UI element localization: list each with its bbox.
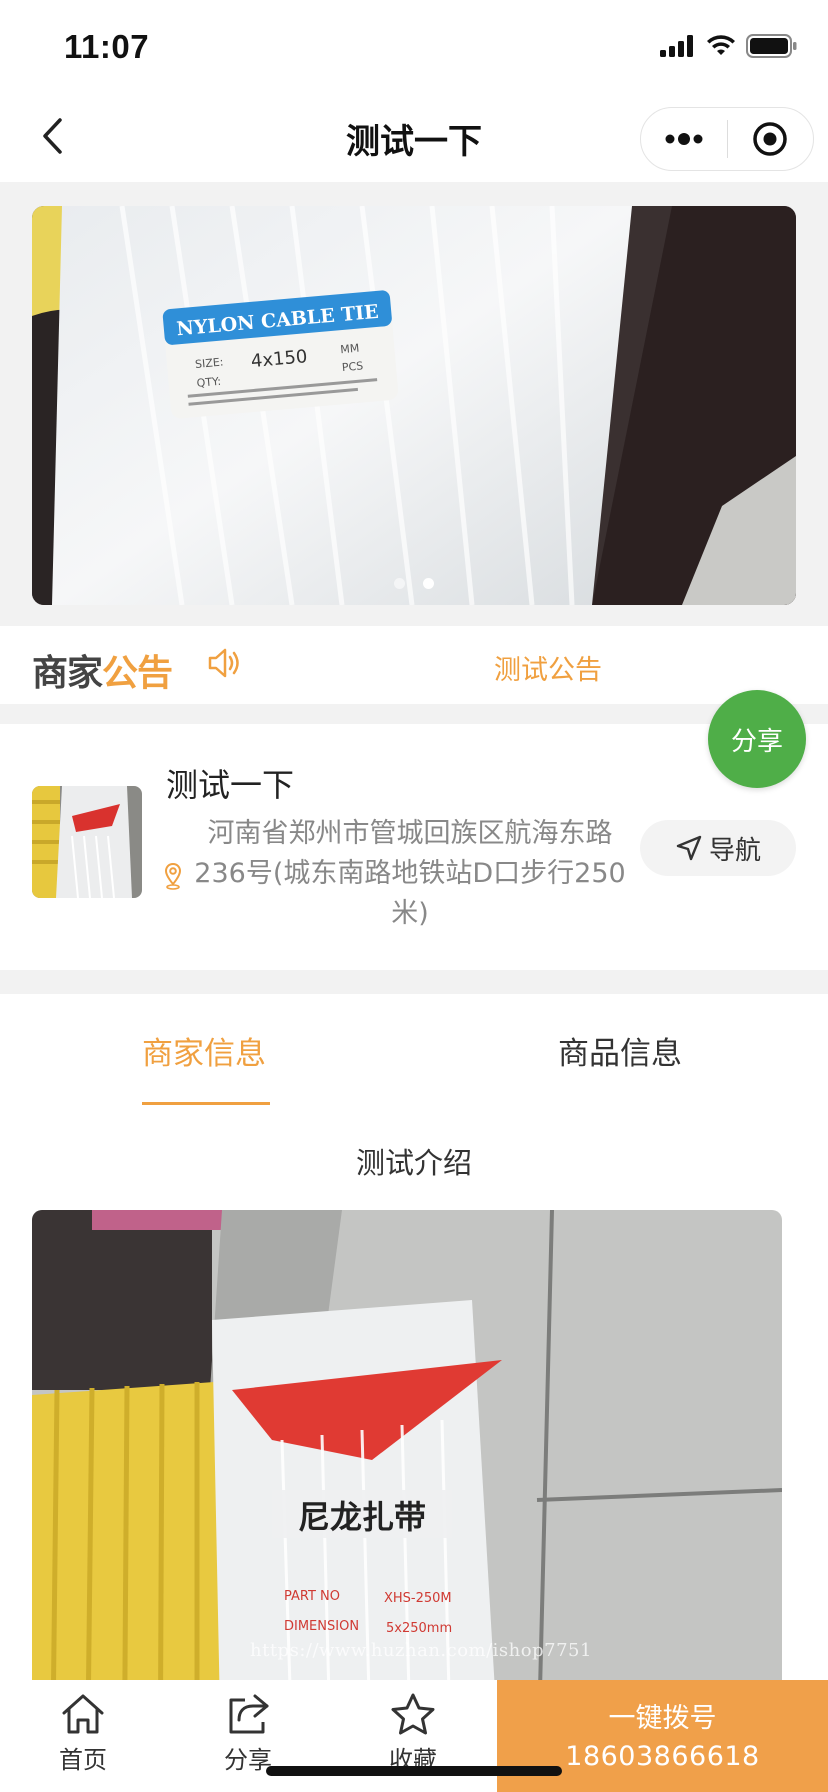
bottom-home-button[interactable]: 首页 bbox=[28, 1692, 138, 1775]
product-text: 尼龙扎带 bbox=[298, 1498, 426, 1536]
notice-logo: 商家公告 bbox=[32, 644, 173, 696]
speaker-icon bbox=[208, 648, 239, 678]
tab-merchant-info[interactable]: 商家信息 bbox=[142, 1028, 266, 1073]
merchant-address: 河南省郑州市管城回族区航海东路236号(城东南路地铁站D口步行250米) bbox=[194, 818, 626, 929]
merchant-thumbnail-image bbox=[32, 786, 142, 898]
merchant-card: 测试一下 河南省郑州市管城回族区航海东路236号(城东南路地铁站D口步行250米… bbox=[0, 724, 828, 970]
status-icons bbox=[660, 34, 798, 58]
navigate-button[interactable]: 导航 bbox=[640, 820, 796, 876]
notice-logo-part2: 公告 bbox=[102, 653, 173, 694]
tab-goods-info[interactable]: 商品信息 bbox=[558, 1028, 682, 1073]
location-pin-icon bbox=[164, 862, 182, 890]
bottom-home-label: 首页 bbox=[59, 1746, 107, 1774]
svg-text:QTY:: QTY: bbox=[196, 375, 221, 390]
status-bar: 11:07 bbox=[0, 0, 828, 90]
svg-text:DIMENSION: DIMENSION bbox=[284, 1619, 359, 1634]
bottom-share-label: 分享 bbox=[224, 1746, 272, 1774]
svg-text:MM: MM bbox=[340, 342, 360, 357]
watermark: https://www.huzhan.com/ishop7751 bbox=[250, 1640, 592, 1661]
home-indicator bbox=[266, 1766, 562, 1776]
svg-text:PCS: PCS bbox=[341, 359, 363, 374]
carousel-dots bbox=[32, 578, 796, 589]
merchant-name: 测试一下 bbox=[166, 766, 295, 804]
notice-text: 测试公告 bbox=[494, 655, 602, 686]
battery-icon bbox=[746, 34, 797, 58]
notice-bar[interactable]: 商家公告 测试公告 bbox=[0, 626, 828, 704]
svg-text:SIZE:: SIZE: bbox=[195, 356, 224, 371]
bottom-favorite-button[interactable]: 收藏 bbox=[358, 1692, 468, 1775]
carousel-dot[interactable] bbox=[394, 578, 405, 589]
star-icon bbox=[391, 1693, 435, 1735]
notice-logo-part1: 商家 bbox=[32, 653, 103, 694]
banner-carousel[interactable]: NYLON CABLE TIE SIZE: 4x150 MM QTY: PCS bbox=[32, 206, 796, 605]
svg-text:PART NO: PART NO bbox=[284, 1589, 340, 1604]
more-dots-icon bbox=[665, 133, 703, 145]
product-part-no: XHS-250M bbox=[384, 1591, 452, 1606]
wifi-icon bbox=[707, 35, 735, 55]
home-icon bbox=[62, 1694, 104, 1734]
intro-text: 测试介绍 bbox=[355, 1146, 472, 1180]
share-fab-button[interactable]: 分享 bbox=[708, 690, 806, 788]
close-miniprogram-button[interactable] bbox=[728, 108, 814, 170]
status-time: 11:07 bbox=[64, 28, 150, 65]
target-circle-icon bbox=[753, 122, 787, 156]
page: 11:07 测试一下 NYLON CABLE TIE SIZE: 4x150 M… bbox=[0, 0, 828, 1792]
merchant-thumbnail[interactable] bbox=[32, 786, 142, 898]
product-dimension: 5x250mm bbox=[386, 1621, 452, 1636]
navigation-arrow-icon bbox=[676, 835, 702, 861]
banner-image: NYLON CABLE TIE SIZE: 4x150 MM QTY: PCS bbox=[32, 206, 796, 605]
bottom-share-button[interactable]: 分享 bbox=[193, 1692, 303, 1775]
signal-icon bbox=[660, 35, 693, 57]
carousel-dot-active[interactable] bbox=[423, 578, 434, 589]
share-icon bbox=[229, 1694, 269, 1734]
detail-content: 商家信息 商品信息 测试介绍 尼龙扎带 PART NO XHS-250M DIM… bbox=[0, 994, 828, 1792]
capsule-menu bbox=[640, 107, 814, 171]
more-button[interactable] bbox=[641, 108, 727, 170]
call-label: 一键拨号 bbox=[608, 1703, 717, 1734]
nav-bar: 测试一下 bbox=[0, 90, 828, 182]
tab-active-underline bbox=[142, 1102, 270, 1105]
navigate-button-label: 导航 bbox=[708, 835, 761, 866]
